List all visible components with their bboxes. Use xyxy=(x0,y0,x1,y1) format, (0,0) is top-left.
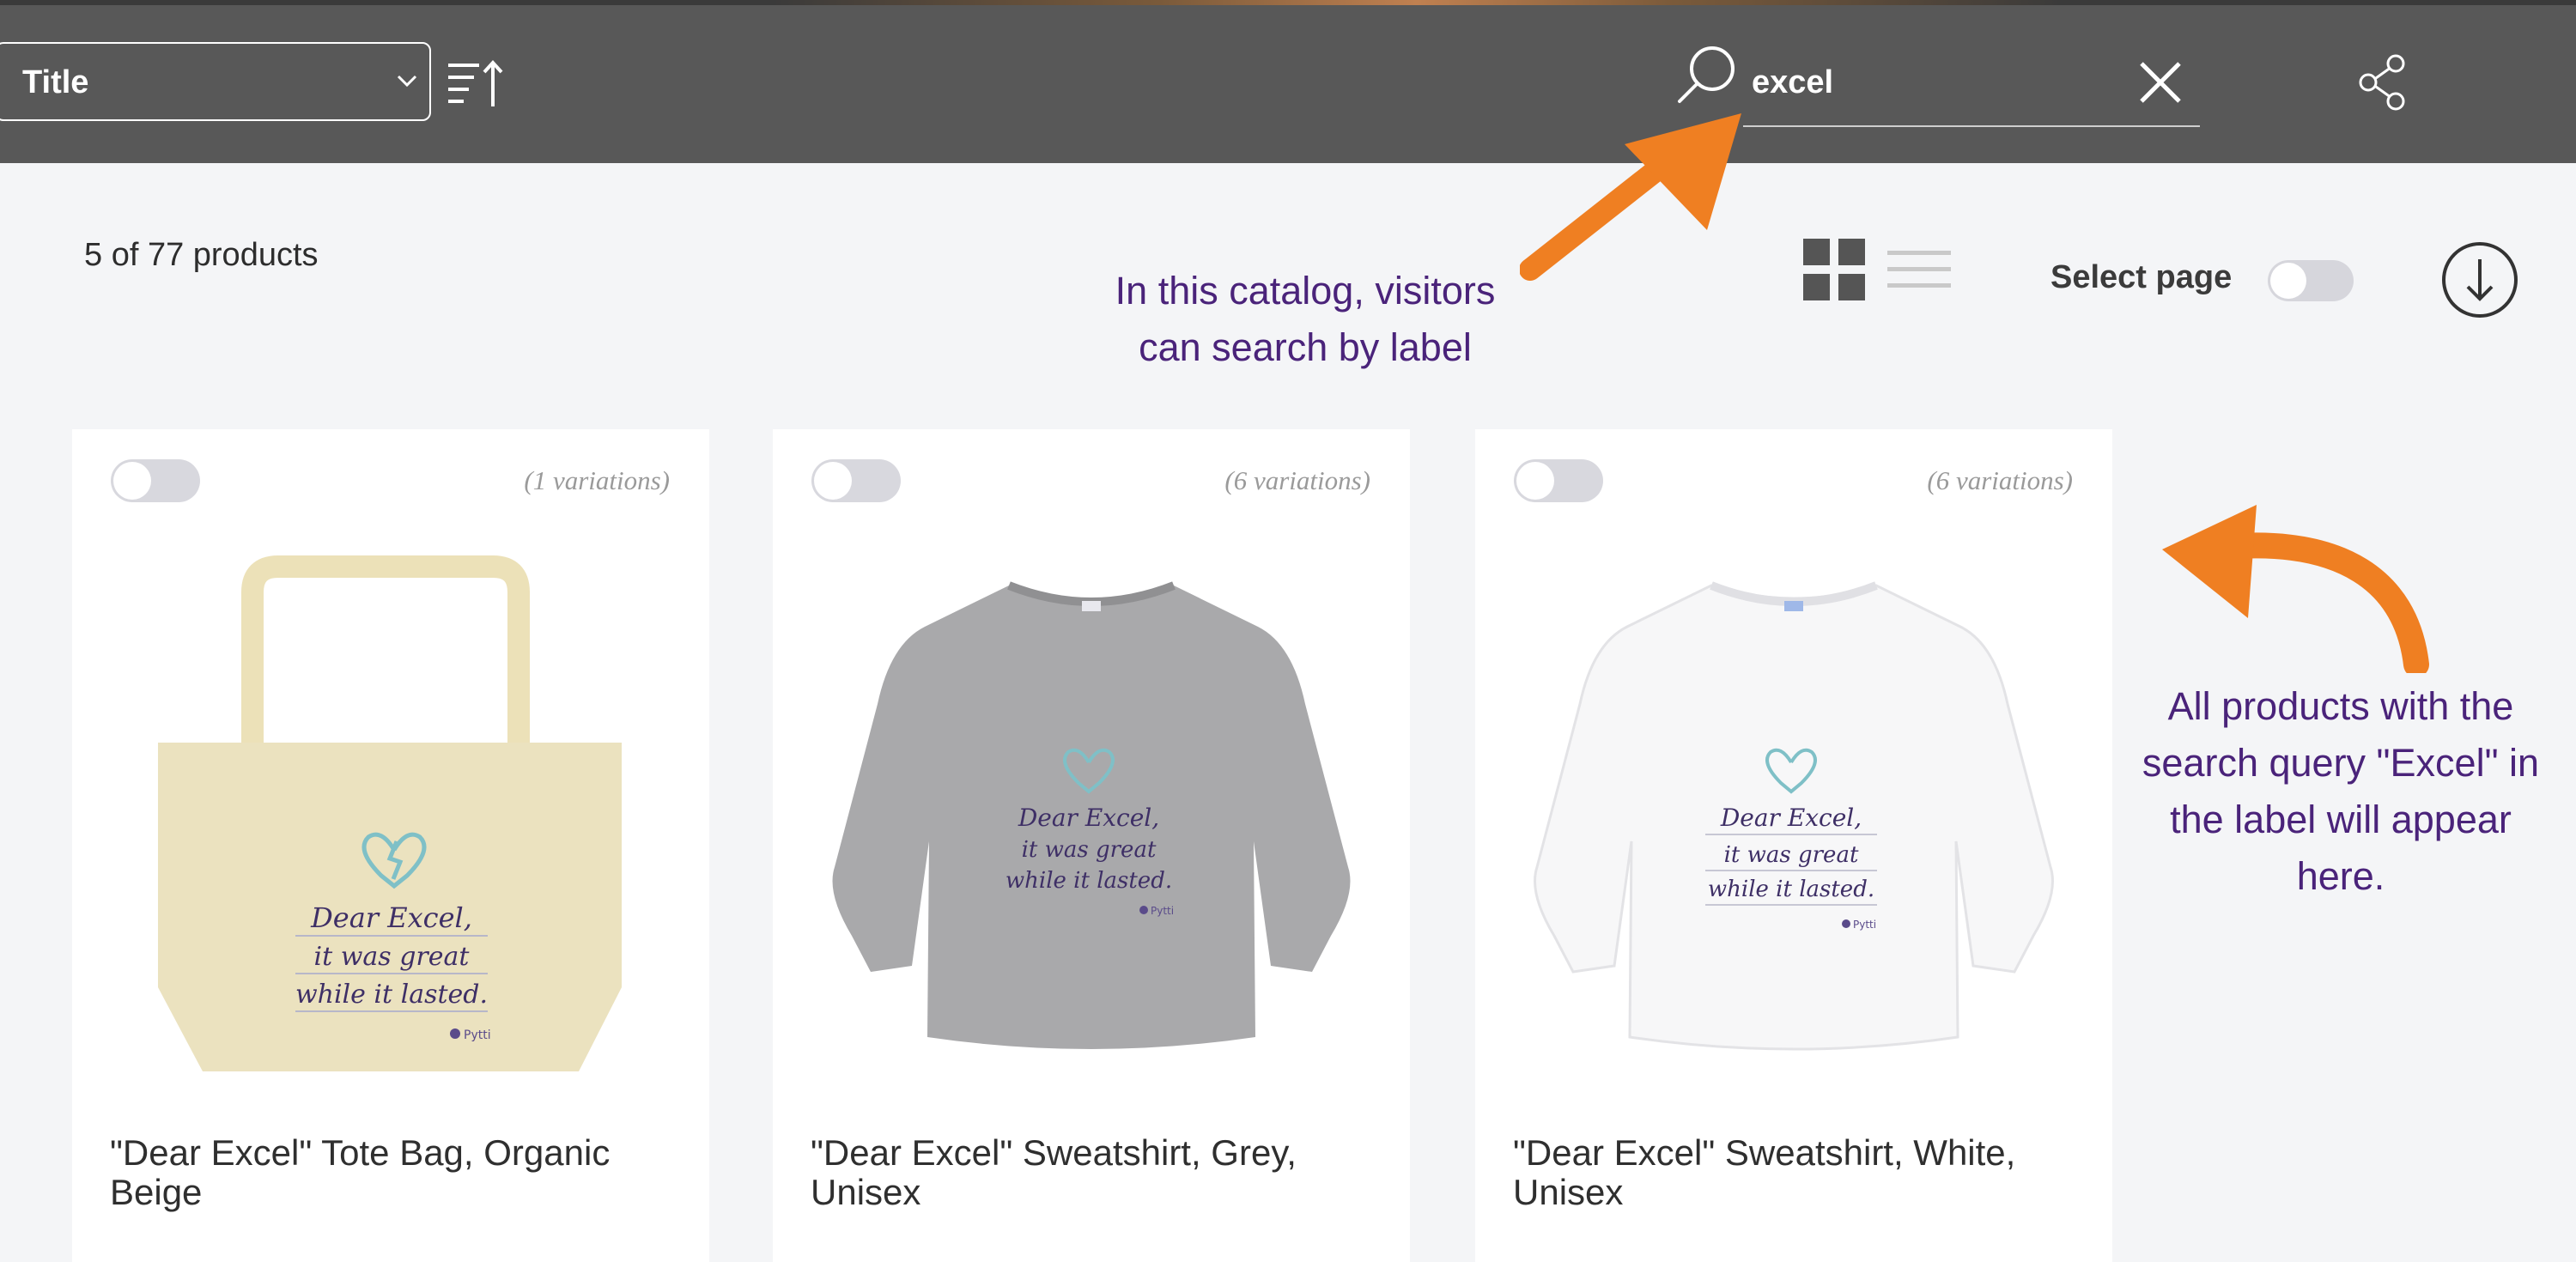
annotation-line: search query "Excel" in xyxy=(2142,741,2540,785)
print-line-2: it was great xyxy=(1022,837,1157,863)
print-line-2: it was great xyxy=(314,942,471,972)
annotation-results-note: All products with the search query "Exce… xyxy=(2100,678,2576,905)
grid-view-icon[interactable] xyxy=(1803,239,1865,300)
sort-direction-icon[interactable] xyxy=(445,58,505,110)
chevron-down-icon xyxy=(397,75,417,88)
brand-mark: Pytti xyxy=(1151,905,1174,917)
annotation-line: here. xyxy=(2296,854,2385,898)
annotation-arrow-results xyxy=(2162,505,2429,673)
tote-bag-image: Dear Excel, it was great while it lasted… xyxy=(158,555,622,1071)
product-count: 5 of 77 products xyxy=(84,237,319,273)
search-icon[interactable] xyxy=(1673,41,1740,108)
print-line-1: Dear Excel, xyxy=(310,901,472,934)
catalog-toolbar: Title xyxy=(0,5,2576,163)
print-line-1: Dear Excel, xyxy=(1018,804,1159,832)
search-underline xyxy=(1743,125,2200,127)
white-sweatshirt-image: Dear Excel, it was great while it lasted… xyxy=(1534,581,2054,1051)
close-icon[interactable] xyxy=(2136,58,2184,106)
variations-count: (6 variations) xyxy=(1224,465,1370,495)
product-card[interactable]: (6 variations) Dear Excel, it was great … xyxy=(773,429,1410,1262)
print-line-2: it was great xyxy=(1724,842,1859,868)
select-page-toggle[interactable] xyxy=(2267,259,2354,302)
annotation-search-note: In this catalog, visitors can search by … xyxy=(1056,263,1554,376)
download-icon[interactable] xyxy=(2440,240,2519,319)
sort-field-select[interactable]: Title xyxy=(0,42,431,121)
print-line-3: while it lasted. xyxy=(1708,877,1874,902)
print-line-1: Dear Excel, xyxy=(1720,804,1862,832)
select-product-toggle[interactable] xyxy=(110,458,201,503)
annotation-line: can search by label xyxy=(1139,325,1472,369)
product-card[interactable]: (6 variations) Dear Excel, it was great … xyxy=(1475,429,2112,1262)
annotation-line: In this catalog, visitors xyxy=(1115,269,1496,312)
product-title[interactable]: "Dear Excel" Sweatshirt, Grey, Unisex xyxy=(811,1133,1377,1212)
annotation-arrow-search xyxy=(1520,113,1741,281)
share-icon[interactable] xyxy=(2356,53,2409,112)
select-product-toggle[interactable] xyxy=(811,458,902,503)
annotation-line: All products with the xyxy=(2167,684,2514,728)
brand-mark: Pytti xyxy=(1853,919,1876,931)
variations-count: (1 variations) xyxy=(524,465,670,495)
print-line-3: while it lasted. xyxy=(1005,868,1172,894)
list-view-icon[interactable] xyxy=(1887,249,1951,290)
print-line-3: while it lasted. xyxy=(295,980,488,1010)
product-card[interactable]: (1 variations) Dear Excel, it was great … xyxy=(72,429,709,1262)
brand-mark: Pytti xyxy=(464,1028,491,1042)
product-title[interactable]: "Dear Excel" Sweatshirt, White, Unisex xyxy=(1513,1133,2080,1212)
product-title[interactable]: "Dear Excel" Tote Bag, Organic Beige xyxy=(110,1133,677,1212)
variations-count: (6 variations) xyxy=(1927,465,2073,495)
annotation-line: the label will appear xyxy=(2170,798,2512,841)
select-product-toggle[interactable] xyxy=(1513,458,1604,503)
select-page-label: Select page xyxy=(2050,259,2233,295)
search-input[interactable] xyxy=(1752,57,2095,108)
sort-field-label: Title xyxy=(22,64,89,100)
grey-sweatshirt-image: Dear Excel, it was great while it lasted… xyxy=(832,581,1351,1049)
